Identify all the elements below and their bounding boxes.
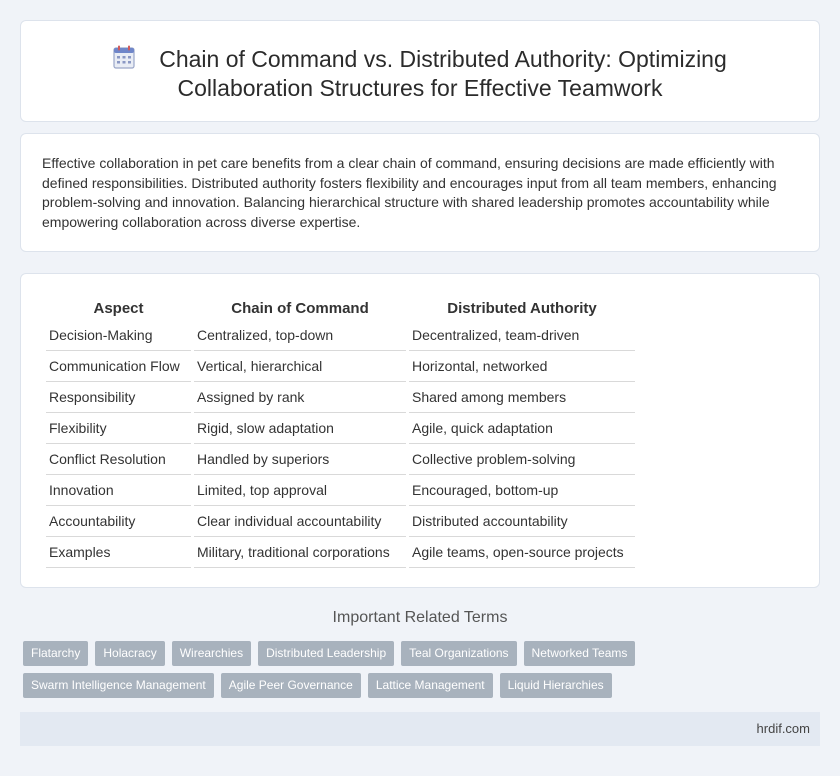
tag-row: Swarm Intelligence Management Agile Peer…: [23, 673, 823, 698]
table-cell: Centralized, top-down: [194, 320, 406, 351]
table-cell: Decentralized, team-driven: [409, 320, 635, 351]
tag-distributed-leadership[interactable]: Distributed Leadership: [258, 641, 395, 666]
table-header-row: Aspect Chain of Command Distributed Auth…: [46, 296, 635, 320]
table-row: Responsibility Assigned by rank Shared a…: [46, 382, 635, 413]
table-cell: Agile, quick adaptation: [409, 413, 635, 444]
intro-paragraph: Effective collaboration in pet care bene…: [42, 155, 777, 230]
table-cell: Decision-Making: [46, 320, 191, 351]
tag-networked-teams[interactable]: Networked Teams: [523, 641, 636, 666]
table-cell: Responsibility: [46, 382, 191, 413]
title-line-2: Collaboration Structures for Effective T…: [177, 75, 663, 101]
tag-wirearchies[interactable]: Wirearchies: [171, 641, 252, 666]
table-cell: Assigned by rank: [194, 382, 406, 413]
table-cell: Rigid, slow adaptation: [194, 413, 406, 444]
tag-agile-peer-governance[interactable]: Agile Peer Governance: [220, 673, 361, 698]
table-row: Examples Military, traditional corporati…: [46, 537, 635, 568]
tag-liquid-hierarchies[interactable]: Liquid Hierarchies: [499, 673, 612, 698]
table-cell: Examples: [46, 537, 191, 568]
tag-flatarchy[interactable]: Flatarchy: [23, 641, 89, 666]
table-cell: Military, traditional corporations: [194, 537, 406, 568]
footer-site-link[interactable]: hrdif.com: [757, 721, 810, 736]
header-chain-of-command: Chain of Command: [231, 299, 369, 317]
table-cell: Clear individual accountability: [194, 506, 406, 537]
calendar-icon: [113, 45, 135, 69]
title-card: Chain of Command vs. Distributed Authori…: [20, 20, 820, 122]
tag-teal-organizations[interactable]: Teal Organizations: [401, 641, 517, 666]
tag-row: Flatarchy Holacracy Wirearchies Distribu…: [23, 641, 823, 666]
title-line-1: Chain of Command vs. Distributed Authori…: [159, 46, 727, 72]
table-cell: Shared among members: [409, 382, 635, 413]
related-terms-list: Flatarchy Holacracy Wirearchies Distribu…: [23, 641, 823, 705]
table-cell: Horizontal, networked: [409, 351, 635, 382]
tag-lattice-management[interactable]: Lattice Management: [367, 673, 493, 698]
comparison-card: Aspect Chain of Command Distributed Auth…: [20, 273, 820, 588]
table-cell: Handled by superiors: [194, 444, 406, 475]
table-row: Flexibility Rigid, slow adaptation Agile…: [46, 413, 635, 444]
table-cell: Communication Flow: [46, 351, 191, 382]
related-terms-heading: Important Related Terms: [332, 609, 508, 626]
table-cell: Conflict Resolution: [46, 444, 191, 475]
header-aspect: Aspect: [93, 299, 144, 317]
intro-card: Effective collaboration in pet care bene…: [20, 133, 820, 252]
table-cell: Limited, top approval: [194, 475, 406, 506]
table-row: Innovation Limited, top approval Encoura…: [46, 475, 635, 506]
header-distributed-authority: Distributed Authority: [447, 299, 597, 317]
table-cell: Flexibility: [46, 413, 191, 444]
table-cell: Collective problem-solving: [409, 444, 635, 475]
table-cell: Vertical, hierarchical: [194, 351, 406, 382]
table-cell: Agile teams, open-source projects: [409, 537, 635, 568]
table-cell: Innovation: [46, 475, 191, 506]
footer: hrdif.com: [20, 712, 820, 746]
table-cell: Accountability: [46, 506, 191, 537]
page-title: Chain of Command vs. Distributed Authori…: [21, 45, 819, 103]
table-cell: Encouraged, bottom-up: [409, 475, 635, 506]
table-row: Communication Flow Vertical, hierarchica…: [46, 351, 635, 382]
table-row: Conflict Resolution Handled by superiors…: [46, 444, 635, 475]
tag-holacracy[interactable]: Holacracy: [95, 641, 165, 666]
table-cell: Distributed accountability: [409, 506, 635, 537]
table-row: Decision-Making Centralized, top-down De…: [46, 320, 635, 351]
comparison-table: Aspect Chain of Command Distributed Auth…: [43, 296, 638, 568]
tag-swarm-intelligence-management[interactable]: Swarm Intelligence Management: [23, 673, 214, 698]
table-row: Accountability Clear individual accounta…: [46, 506, 635, 537]
